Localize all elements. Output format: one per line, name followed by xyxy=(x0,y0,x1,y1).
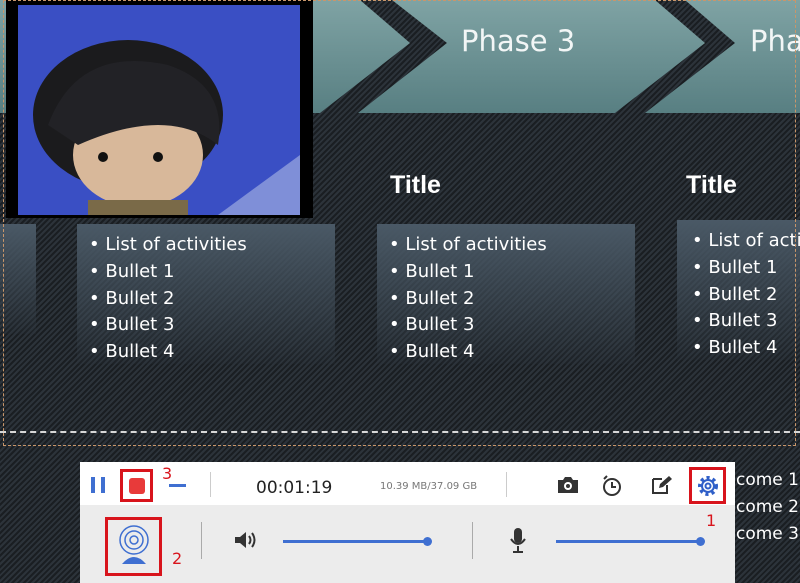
speaker-volume-slider[interactable] xyxy=(283,540,427,543)
recorder-toolbar: 3 00:01:19 10.39 MB/37.09 GB 1 2 xyxy=(80,462,735,583)
webcam-button-highlight[interactable] xyxy=(105,517,162,576)
divider xyxy=(472,522,473,559)
divider xyxy=(506,472,507,497)
minimize-button[interactable] xyxy=(169,484,186,487)
gear-icon xyxy=(698,476,718,496)
webcam-icon xyxy=(119,525,149,564)
annotation-2: 2 xyxy=(172,549,183,568)
side-text: come 1 xyxy=(736,470,799,490)
storage-info: 10.39 MB/37.09 GB xyxy=(380,481,478,492)
mic-volume-handle[interactable] xyxy=(696,537,705,546)
side-text: come 3 xyxy=(736,524,799,544)
side-text: come 2 xyxy=(736,497,799,517)
speaker-icon[interactable] xyxy=(234,530,258,550)
divider xyxy=(210,472,211,497)
edit-annotate-icon[interactable] xyxy=(651,475,673,495)
stop-icon xyxy=(129,478,145,494)
annotation-1: 1 xyxy=(706,511,717,530)
mic-volume-slider[interactable] xyxy=(556,540,700,543)
stop-button-highlight[interactable] xyxy=(120,469,153,502)
camera-icon[interactable] xyxy=(557,476,579,494)
speaker-volume-handle[interactable] xyxy=(423,537,432,546)
divider xyxy=(201,522,202,559)
timer-clock-icon[interactable] xyxy=(600,474,624,498)
recording-timer: 00:01:19 xyxy=(256,478,333,498)
settings-button-highlight[interactable] xyxy=(689,467,726,504)
annotation-3: 3 xyxy=(162,464,173,483)
pause-button[interactable] xyxy=(91,477,105,493)
recording-region-border[interactable] xyxy=(3,0,796,446)
microphone-icon[interactable] xyxy=(509,527,527,555)
